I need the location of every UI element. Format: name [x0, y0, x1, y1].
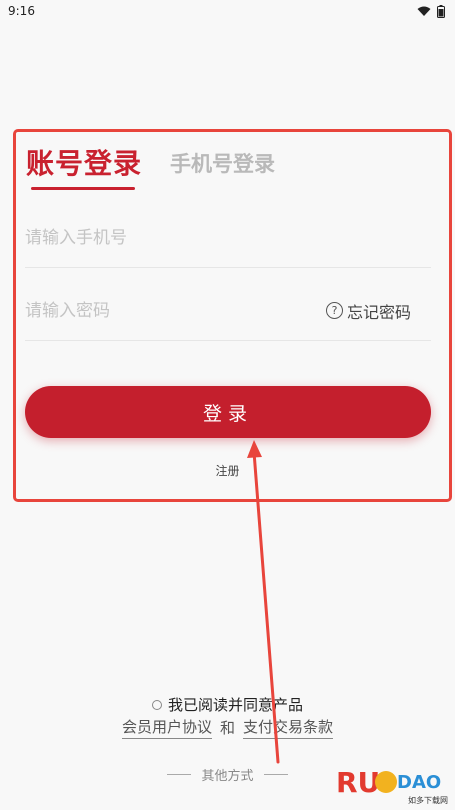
active-tab-indicator: [31, 187, 135, 190]
divider-right: [263, 774, 288, 775]
status-icons: [417, 4, 445, 18]
svg-text:DAO: DAO: [397, 772, 441, 793]
agreement-links: 会员用户协议 和 支付交易条款: [0, 716, 455, 739]
tab-phone-login[interactable]: 手机号登录: [170, 148, 275, 182]
tab-account-login[interactable]: 账号登录: [26, 142, 142, 182]
watermark-logo: RU DAO 如多下载网: [336, 766, 448, 805]
password-field: ? 忘记密码: [25, 281, 431, 341]
status-time: 9:16: [8, 4, 35, 18]
other-methods-label[interactable]: 其他方式: [201, 765, 253, 784]
member-agreement-link[interactable]: 会员用户协议: [121, 716, 212, 739]
status-bar: 9:16: [0, 0, 455, 22]
question-icon: ?: [325, 302, 343, 319]
phone-input[interactable]: [25, 227, 431, 248]
svg-text:RU: RU: [336, 766, 380, 799]
agreement-radio[interactable]: [151, 699, 162, 710]
payment-terms-link[interactable]: 支付交易条款: [243, 716, 334, 739]
phone-field: [25, 208, 431, 268]
login-tabs: 账号登录 手机号登录: [26, 142, 275, 182]
forgot-password-label: 忘记密码: [346, 302, 411, 322]
battery-icon: [437, 4, 445, 18]
wifi-icon: [417, 6, 431, 16]
register-link[interactable]: 注册: [0, 462, 455, 479]
agreement-text: 我已阅读并同意产品: [167, 696, 303, 714]
agreement-row: 我已阅读并同意产品: [0, 694, 455, 715]
divider-left: [167, 774, 192, 775]
svg-text:如多下载网: 如多下载网: [408, 795, 448, 805]
forgot-password-link[interactable]: ? 忘记密码: [325, 299, 411, 323]
and-text: 和: [219, 719, 235, 737]
login-button[interactable]: 登录: [25, 386, 431, 438]
password-input[interactable]: [25, 300, 326, 321]
